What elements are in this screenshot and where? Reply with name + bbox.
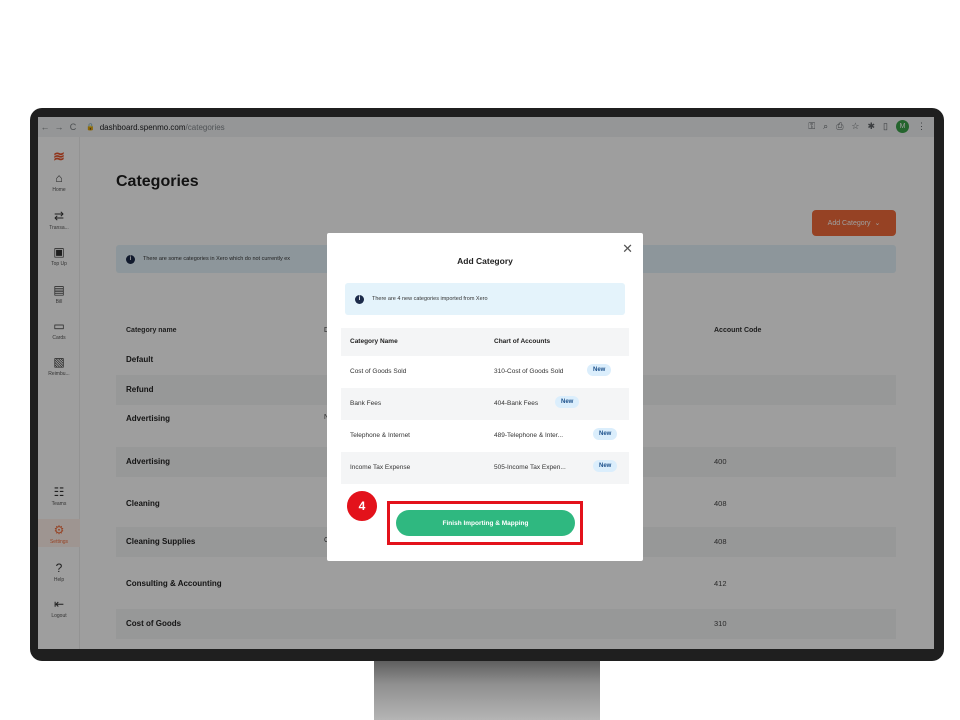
finish-importing-button[interactable]: Finish Importing & Mapping (396, 510, 575, 536)
import-chart-account: 404-Bank Fees (494, 400, 539, 407)
modal-info-text: There are 4 new categories imported from… (372, 296, 488, 302)
col-category-name: Category Name (350, 338, 398, 345)
monitor-stand (374, 660, 600, 720)
import-category-name: Cost of Goods Sold (350, 368, 407, 375)
import-row: Income Tax Expense 505-Income Tax Expen..… (341, 452, 629, 484)
import-row: Cost of Goods Sold 310-Cost of Goods Sold… (341, 356, 629, 388)
modal-info-banner: i There are 4 new categories imported fr… (345, 283, 625, 315)
import-category-name: Telephone & Internet (350, 432, 410, 439)
import-chart-account: 489-Telephone & Inter... (494, 432, 564, 439)
col-chart-of-accounts: Chart of Accounts (494, 338, 551, 345)
info-icon: i (355, 294, 364, 304)
close-icon[interactable]: ✕ (622, 241, 633, 257)
step-number-badge: 4 (345, 489, 379, 523)
new-badge: New (593, 460, 618, 472)
modal-title: Add Category (457, 256, 513, 266)
new-badge: New (593, 428, 618, 440)
new-badge: New (555, 396, 580, 408)
new-badge: New (587, 364, 612, 376)
screen: ← → C 🔒 dashboard.spenmo.com/categories … (38, 117, 934, 649)
import-chart-account: 310-Cost of Goods Sold (494, 368, 564, 375)
import-category-name: Bank Fees (350, 400, 382, 407)
import-table-header: Category Name Chart of Accounts (341, 328, 629, 356)
import-table: Category Name Chart of Accounts Cost of … (341, 328, 629, 484)
import-row: Telephone & Internet 489-Telephone & Inte… (341, 420, 629, 452)
import-row: Bank Fees 404-Bank Fees New (341, 388, 629, 420)
import-category-name: Income Tax Expense (350, 464, 411, 471)
import-chart-account: 505-Income Tax Expen... (494, 464, 566, 471)
